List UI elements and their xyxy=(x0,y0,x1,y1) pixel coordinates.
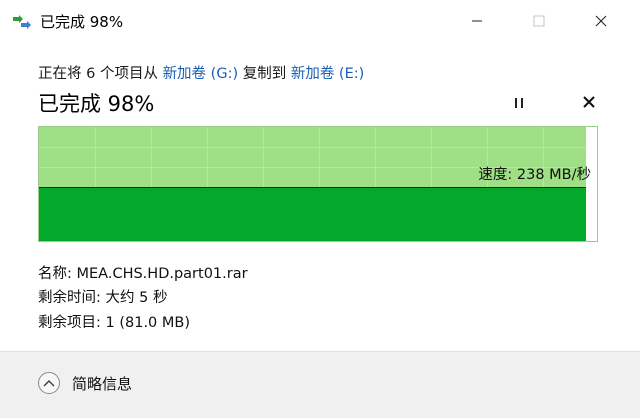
file-name-value: MEA.CHS.HD.part01.rar xyxy=(76,266,248,282)
pause-icon xyxy=(513,94,525,113)
minimize-button[interactable] xyxy=(454,6,500,36)
file-name-label: 名称: xyxy=(38,266,77,282)
minimize-icon xyxy=(471,12,483,31)
copy-progress-dialog: 已完成 98% 正在将 6 个项目从 新加卷 (G:) 复制到 新加卷 (E:)… xyxy=(0,0,640,418)
maximize-button[interactable] xyxy=(516,6,562,36)
time-remaining-label: 剩余时间: xyxy=(38,290,106,306)
cancel-icon xyxy=(582,94,596,113)
transfer-speed-graph: 速度: 238 MB/秒 xyxy=(38,126,598,242)
destination-link[interactable]: 新加卷 (E:) xyxy=(291,66,364,82)
items-remaining-value: 1 (81.0 MB) xyxy=(105,315,191,331)
speed-area xyxy=(39,187,586,241)
less-details-toggle[interactable]: 简略信息 xyxy=(38,372,132,394)
copy-description-mid: 复制到 xyxy=(238,66,291,82)
cancel-button[interactable] xyxy=(576,92,602,114)
source-link[interactable]: 新加卷 (G:) xyxy=(163,66,239,82)
close-button[interactable] xyxy=(578,6,624,36)
file-name-row: 名称: MEA.CHS.HD.part01.rar xyxy=(38,262,248,283)
close-icon xyxy=(595,12,607,31)
current-speed-line xyxy=(39,187,597,188)
copy-arrows-icon xyxy=(13,14,31,29)
dialog-footer: 简略信息 xyxy=(0,351,640,418)
time-remaining-value: 大约 5 秒 xyxy=(105,290,168,306)
copy-description-prefix: 正在将 6 个项目从 xyxy=(38,66,163,82)
time-remaining-row: 剩余时间: 大约 5 秒 xyxy=(38,286,167,307)
items-remaining-label: 剩余项目: xyxy=(38,315,106,331)
window-title: 已完成 98% xyxy=(40,13,124,31)
graph-gridline xyxy=(39,147,597,148)
title-bar: 已完成 98% xyxy=(0,0,640,42)
items-remaining-row: 剩余项目: 1 (81.0 MB) xyxy=(38,311,190,332)
chevron-up-icon xyxy=(38,372,60,394)
remaining-area xyxy=(586,127,597,241)
progress-status: 已完成 98% xyxy=(38,92,155,116)
less-details-label: 简略信息 xyxy=(72,374,133,393)
pause-button[interactable] xyxy=(506,92,532,114)
speed-label: 速度: 238 MB/秒 xyxy=(478,167,591,183)
copy-description: 正在将 6 个项目从 新加卷 (G:) 复制到 新加卷 (E:) xyxy=(38,62,364,83)
maximize-icon xyxy=(533,12,545,31)
